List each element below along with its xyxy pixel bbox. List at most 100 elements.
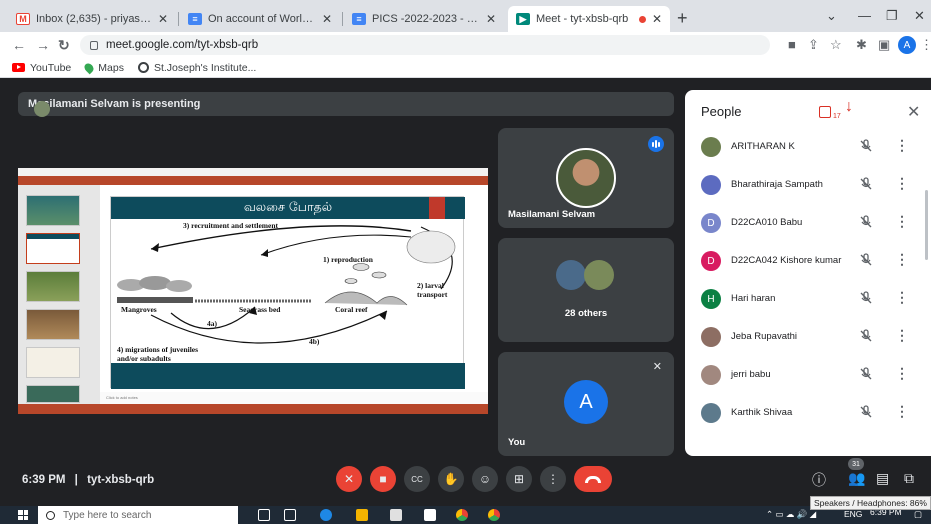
bookmarks-bar: YouTube Maps St.Joseph's Institute... — [0, 58, 931, 78]
close-icon[interactable]: ✕ — [322, 12, 332, 26]
minimize-icon[interactable]: — — [858, 8, 871, 23]
activities-icon[interactable]: ⧉ — [904, 470, 914, 487]
tab-wetland-doc[interactable]: ≡ On account of World wetland da ✕ — [180, 6, 340, 32]
mic-off-icon[interactable] — [859, 367, 873, 381]
meeting-details-icon[interactable]: ⓘ — [812, 470, 826, 490]
participant-row[interactable]: D D22CA042 Kishore kumar ⋮ — [685, 242, 931, 280]
chrome-icon[interactable] — [456, 509, 468, 521]
close-icon[interactable]: ✕ — [907, 102, 920, 122]
mic-off-icon[interactable] — [859, 291, 873, 305]
language-indicator[interactable]: ENG — [844, 509, 862, 519]
tab-pics-doc[interactable]: ≡ PICS -2022-2023 - Google Docs ✕ — [344, 6, 504, 32]
notes-pane[interactable]: Click to add notes — [100, 392, 488, 404]
windows-start-icon[interactable] — [18, 510, 28, 520]
menu-icon[interactable]: ⋮ — [920, 37, 931, 53]
bookmark-label: YouTube — [30, 61, 72, 74]
tab-search-icon[interactable]: ⌄ — [826, 8, 837, 24]
taskbar-search[interactable]: Type here to search — [38, 506, 238, 524]
file-explorer-icon[interactable] — [356, 509, 368, 521]
google-docs-icon: ≡ — [352, 13, 366, 25]
address-bar[interactable]: meet.google.com/tyt-xbsb-qrb — [80, 35, 770, 55]
participant-row[interactable]: H Hari haran ⋮ — [685, 280, 931, 318]
leave-call-button[interactable] — [574, 466, 612, 492]
migration-arrow-4b — [150, 310, 388, 344]
more-options-icon[interactable]: ⋮ — [895, 403, 909, 420]
mic-off-icon[interactable] — [859, 215, 873, 229]
reload-icon[interactable]: ↻ — [58, 37, 70, 54]
more-options-icon[interactable]: ⋮ — [895, 251, 909, 268]
close-icon[interactable]: ✕ — [486, 12, 496, 26]
participant-row[interactable]: Bharathiraja Sampath ⋮ — [685, 166, 931, 204]
slide-thumbnails-pane — [18, 185, 100, 404]
widgets-icon[interactable] — [284, 509, 296, 521]
camera-icon[interactable]: ■ — [788, 37, 796, 52]
mic-toggle-button[interactable]: ✕ — [336, 466, 362, 492]
side-panel-icon[interactable]: ▣ — [878, 37, 890, 53]
more-options-icon[interactable]: ⋮ — [895, 289, 909, 306]
chat-icon[interactable]: ▤ — [876, 470, 889, 487]
participant-row[interactable]: Karthik Shivaa ⋮ — [685, 394, 931, 432]
globe-icon — [137, 62, 149, 73]
more-options-button[interactable]: ⋮ — [540, 466, 566, 492]
edge-icon[interactable] — [320, 509, 332, 521]
more-options-icon[interactable]: ⋮ — [895, 365, 909, 382]
bookmark-st-josephs[interactable]: St.Joseph's Institute... — [137, 62, 256, 74]
close-window-icon[interactable]: ✕ — [914, 8, 925, 24]
task-view-icon[interactable] — [258, 509, 270, 521]
tab-label: Inbox (2,635) - priyasrinivasan@ — [36, 13, 152, 25]
profile-avatar[interactable]: A — [898, 36, 916, 54]
captions-button[interactable]: CC — [404, 466, 430, 492]
close-icon[interactable]: ✕ — [652, 12, 662, 26]
participant-name: ARITHARAN K — [731, 141, 795, 152]
more-options-icon[interactable]: ⋮ — [895, 213, 909, 230]
chrome-icon[interactable] — [488, 509, 500, 521]
mic-off-icon: ✕ — [652, 361, 662, 373]
close-icon[interactable]: ✕ — [158, 12, 168, 26]
reactions-button[interactable]: ☺ — [472, 466, 498, 492]
shared-screen[interactable]: வலசை போதல் 3) recruitment and settlement… — [18, 168, 488, 414]
participant-row[interactable]: ARITHARAN K ⋮ — [685, 128, 931, 166]
raise-hand-button[interactable]: ✋ — [438, 466, 464, 492]
system-tray-icons[interactable]: ⌃ ▭ ☁ 🔊 ◢ — [766, 509, 816, 520]
share-icon[interactable]: ⇪ — [808, 37, 819, 53]
more-options-icon[interactable]: ⋮ — [895, 137, 909, 154]
store-icon[interactable] — [424, 509, 436, 521]
notifications-icon[interactable]: ▢ — [914, 509, 922, 520]
people-icon[interactable]: 👥 — [848, 470, 865, 487]
slide-thumbnail — [26, 309, 80, 340]
label-migrations: 4) migrations of juveniles — [117, 345, 199, 354]
more-options-icon[interactable]: ⋮ — [895, 175, 909, 192]
extensions-icon[interactable]: ✱ — [856, 37, 867, 53]
new-tab-button[interactable]: + — [677, 8, 688, 29]
slide-thumbnail — [26, 195, 80, 226]
mic-off-icon[interactable] — [859, 253, 873, 267]
participant-row[interactable]: D D22CA010 Babu ⋮ — [685, 204, 931, 242]
slide-thumbnail — [26, 385, 80, 403]
forward-icon[interactable]: → — [36, 37, 50, 53]
self-tile[interactable]: ✕ A You — [498, 352, 674, 456]
task-check-icon[interactable] — [819, 106, 831, 118]
back-icon[interactable]: ← — [12, 37, 26, 53]
bookmark-maps[interactable]: Maps — [82, 61, 124, 74]
present-button[interactable]: ⊞ — [506, 466, 532, 492]
bookmark-youtube[interactable]: YouTube — [12, 62, 71, 74]
tab-meet[interactable]: ▶ Meet - tyt-xbsb-qrb ✕ — [508, 6, 670, 32]
mic-off-icon[interactable] — [859, 405, 873, 419]
mic-off-icon[interactable] — [859, 139, 873, 153]
restore-icon[interactable]: ❐ — [886, 8, 898, 24]
down-arrow-icon: ↓ — [845, 98, 853, 115]
mic-off-icon[interactable] — [859, 177, 873, 191]
participant-name: Jeba Rupavathi — [731, 331, 798, 342]
participant-row[interactable]: Jeba Rupavathi ⋮ — [685, 318, 931, 356]
tab-gmail[interactable]: M Inbox (2,635) - priyasrinivasan@ ✕ — [8, 6, 176, 32]
mail-icon[interactable] — [390, 509, 402, 521]
others-tile[interactable]: 28 others — [498, 238, 674, 342]
presenter-avatar — [34, 101, 50, 117]
powerpoint-ribbon — [18, 176, 488, 185]
bookmark-star-icon[interactable]: ☆ — [830, 37, 842, 53]
more-options-icon[interactable]: ⋮ — [895, 327, 909, 344]
camera-toggle-button[interactable]: ■ — [370, 466, 396, 492]
participant-row[interactable]: jerri babu ⋮ — [685, 356, 931, 394]
presenter-tile[interactable]: Masilamani Selvam — [498, 128, 674, 228]
mic-off-icon[interactable] — [859, 329, 873, 343]
